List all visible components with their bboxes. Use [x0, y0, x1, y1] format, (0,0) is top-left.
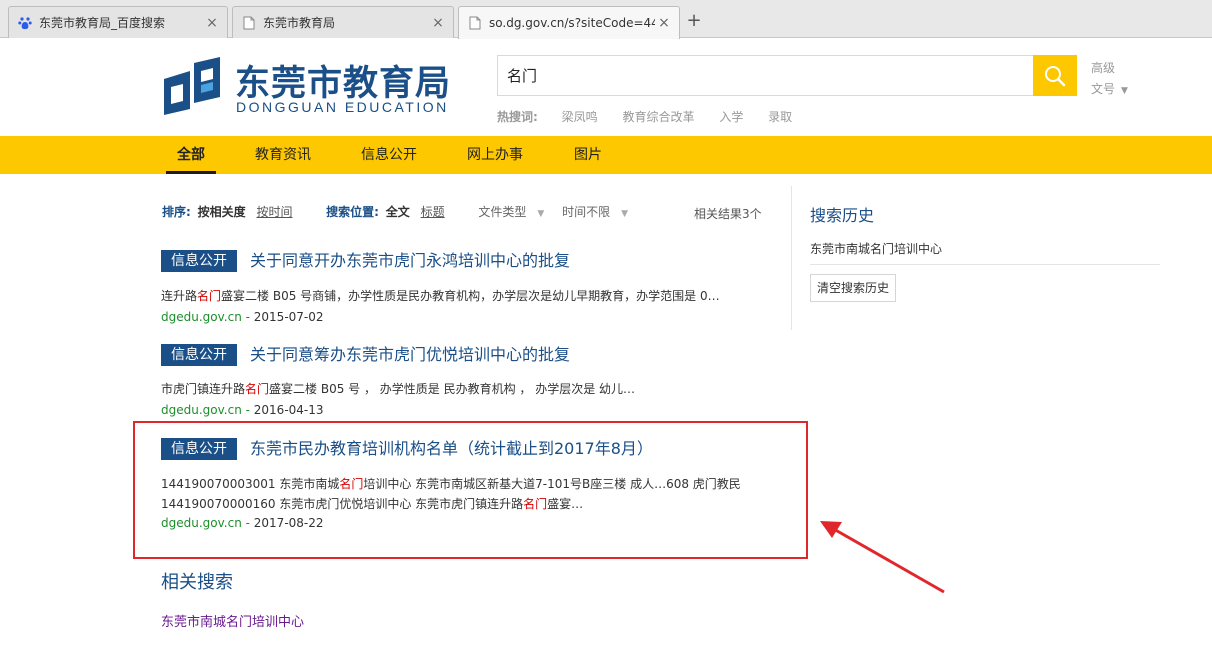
hot-word-link[interactable]: 入学: [719, 110, 743, 124]
nav-tab-info-public[interactable]: 信息公开: [356, 136, 422, 174]
doc-number-label: 文号: [1091, 82, 1116, 96]
search-history-title: 搜索历史: [810, 206, 875, 225]
clear-history-button[interactable]: 清空搜索历史: [810, 274, 897, 302]
search-box: [497, 55, 1077, 96]
hot-word-link[interactable]: 梁凤鸣: [562, 110, 598, 124]
tab-label: so.dg.gov.cn/s?siteCode=441: [489, 16, 655, 30]
category-nav: 全部 教育资讯 信息公开 网上办事 图片: [0, 136, 1212, 174]
caret-down-icon: ▼: [1121, 86, 1128, 96]
browser-tab-edu[interactable]: 东莞市教育局 ×: [232, 6, 454, 38]
page-icon: [241, 15, 257, 31]
search-history-item[interactable]: 东莞市南城名门培训中心: [810, 240, 942, 257]
result-snippet: 连升路名门盛宴二楼 B05 号商铺，办学性质是民办教育机构，办学层次是幼儿早期教…: [161, 289, 720, 303]
logo-subtitle: DONGGUAN EDUCATION: [236, 99, 449, 115]
file-type-dropdown[interactable]: 文件类型 ▼: [478, 205, 551, 219]
sort-label: 排序:: [162, 205, 191, 219]
site-logo[interactable]: 东莞市教育局 DONGGUAN EDUCATION: [160, 55, 460, 121]
result-source: dgedu.gov.cn - 2015-07-02: [161, 310, 324, 324]
page-icon: [467, 15, 483, 31]
doc-number-dropdown[interactable]: 文号 ▼: [1091, 79, 1128, 102]
close-tab-icon[interactable]: ×: [429, 15, 447, 31]
result-title-link[interactable]: 关于同意筹办东莞市虎门优悦培训中心的批复: [250, 344, 570, 366]
browser-tab-strip: 东莞市教育局_百度搜索 × 东莞市教育局 × so.dg.gov.cn/s?si…: [0, 0, 1212, 39]
result-date: 2015-07-02: [253, 310, 324, 324]
tab-label: 东莞市教育局: [263, 16, 336, 30]
search-position-label: 搜索位置:: [326, 205, 379, 219]
logo-mark-icon: [164, 57, 220, 115]
nav-tab-all[interactable]: 全部: [166, 136, 216, 174]
result-source: dgedu.gov.cn - 2016-04-13: [161, 403, 324, 417]
hot-words: 热搜词: 梁凤鸣 教育综合改革 入学 录取: [497, 108, 813, 125]
position-title[interactable]: 标题: [421, 205, 445, 219]
nav-tab-news[interactable]: 教育资讯: [250, 136, 316, 174]
new-tab-button[interactable]: +: [684, 11, 704, 31]
result-url[interactable]: dgedu.gov.cn: [161, 403, 242, 417]
nav-tab-images[interactable]: 图片: [568, 136, 608, 174]
browser-tab-baidu[interactable]: 东莞市教育局_百度搜索 ×: [8, 6, 228, 38]
advanced-links: 高级 文号 ▼: [1091, 58, 1128, 102]
related-search-link[interactable]: 东莞市南城名门培训中心: [161, 611, 304, 630]
time-limit-label: 时间不限: [562, 205, 611, 219]
related-searches-title: 相关搜索: [161, 572, 233, 593]
annotation-highlight-box: [133, 421, 808, 559]
hot-words-label: 热搜词:: [497, 110, 538, 124]
close-tab-icon[interactable]: ×: [203, 15, 221, 31]
result-count: 相关结果3个: [694, 207, 762, 221]
column-divider: [791, 186, 792, 330]
hot-word-link[interactable]: 录取: [768, 110, 792, 124]
baidu-paw-icon: [17, 15, 33, 31]
browser-tab-search[interactable]: so.dg.gov.cn/s?siteCode=441 ×: [458, 6, 680, 39]
filter-bar: 排序: 按相关度 按时间 搜索位置: 全文 标题 文件类型 ▼ 时间不限 ▼: [162, 203, 642, 220]
nav-tab-online-service[interactable]: 网上办事: [462, 136, 528, 174]
result-url[interactable]: dgedu.gov.cn: [161, 310, 242, 324]
keyword-highlight: 名门: [197, 289, 222, 303]
caret-down-icon: ▼: [621, 209, 629, 219]
keyword-highlight: 名门: [245, 382, 270, 396]
file-type-label: 文件类型: [478, 205, 527, 219]
advanced-search-link[interactable]: 高级: [1091, 58, 1128, 79]
tab-label: 东莞市教育局_百度搜索: [39, 16, 166, 30]
search-button[interactable]: [1033, 55, 1077, 96]
result-snippet: 市虎门镇连升路名门盛宴二楼 B05 号 ， 办学性质是 民办教育机构 ， 办学层…: [161, 382, 636, 396]
sort-by-time[interactable]: 按时间: [256, 205, 292, 219]
result-title-link[interactable]: 关于同意开办东莞市虎门永鸿培训中心的批复: [250, 250, 570, 272]
result-category-tag: 信息公开: [161, 344, 237, 366]
close-tab-icon[interactable]: ×: [655, 15, 673, 31]
caret-down-icon: ▼: [537, 209, 545, 219]
search-icon: [1045, 65, 1066, 86]
position-fulltext[interactable]: 全文: [386, 205, 410, 219]
hot-word-link[interactable]: 教育综合改革: [622, 110, 694, 124]
result-category-tag: 信息公开: [161, 250, 237, 272]
search-input[interactable]: [498, 56, 1033, 95]
result-date: 2016-04-13: [253, 403, 324, 417]
divider: [810, 264, 1160, 265]
annotation-arrow: [820, 521, 945, 594]
sort-by-relevance[interactable]: 按相关度: [198, 205, 246, 219]
time-limit-dropdown[interactable]: 时间不限 ▼: [562, 205, 635, 219]
